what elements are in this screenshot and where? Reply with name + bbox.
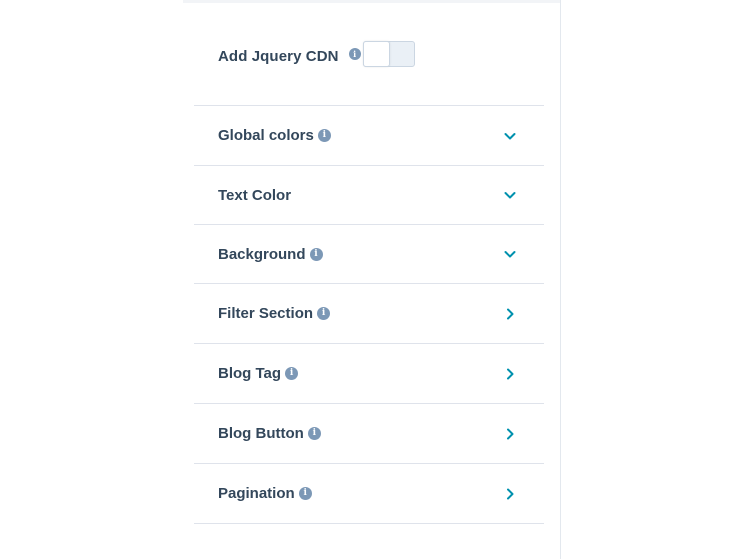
section-blog-button[interactable]: Blog Button i <box>194 403 544 463</box>
chevron-down-icon[interactable] <box>504 248 516 260</box>
info-icon[interactable]: i <box>317 307 331 320</box>
section-label: Pagination <box>218 485 295 502</box>
info-icon[interactable]: i <box>348 48 361 60</box>
section-text-color[interactable]: Text Color <box>194 165 544 224</box>
section-background[interactable]: Background i <box>194 224 544 283</box>
chevron-right-icon[interactable] <box>504 428 516 440</box>
settings-panel: Add Jquery CDN i Global colors i Text Co… <box>183 0 561 559</box>
chevron-right-icon[interactable] <box>504 368 516 380</box>
page: Add Jquery CDN i Global colors i Text Co… <box>0 0 745 559</box>
info-icon[interactable]: i <box>285 367 299 380</box>
section-label: Filter Section <box>218 305 314 322</box>
info-icon[interactable]: i <box>309 247 323 261</box>
section-label: Background <box>218 245 306 263</box>
section-label: Global colors <box>218 127 314 144</box>
chevron-right-icon[interactable] <box>504 308 516 320</box>
section-global-colors[interactable]: Global colors i <box>194 105 544 165</box>
chevron-down-icon[interactable] <box>504 130 516 142</box>
chevron-down-icon[interactable] <box>504 189 516 201</box>
panel-top-strip <box>183 0 560 3</box>
section-label: Text Color <box>218 186 292 204</box>
section-filter-section[interactable]: Filter Section i <box>194 283 544 343</box>
section-label: Blog Button <box>218 425 304 442</box>
accordion-sections: Global colors i Text Color Background i <box>194 105 544 524</box>
jquery-cdn-toggle[interactable] <box>362 41 415 67</box>
section-pagination[interactable]: Pagination i <box>194 463 544 524</box>
jquery-cdn-setting: Add Jquery CDN i <box>218 41 415 67</box>
toggle-knob <box>362 41 390 67</box>
section-blog-tag[interactable]: Blog Tag i <box>194 343 544 403</box>
info-icon[interactable]: i <box>317 129 331 142</box>
jquery-cdn-label: Add Jquery CDN <box>218 47 339 65</box>
chevron-right-icon[interactable] <box>504 488 516 500</box>
info-icon[interactable]: i <box>307 427 321 440</box>
info-icon[interactable]: i <box>298 487 312 500</box>
section-label: Blog Tag <box>218 365 282 382</box>
